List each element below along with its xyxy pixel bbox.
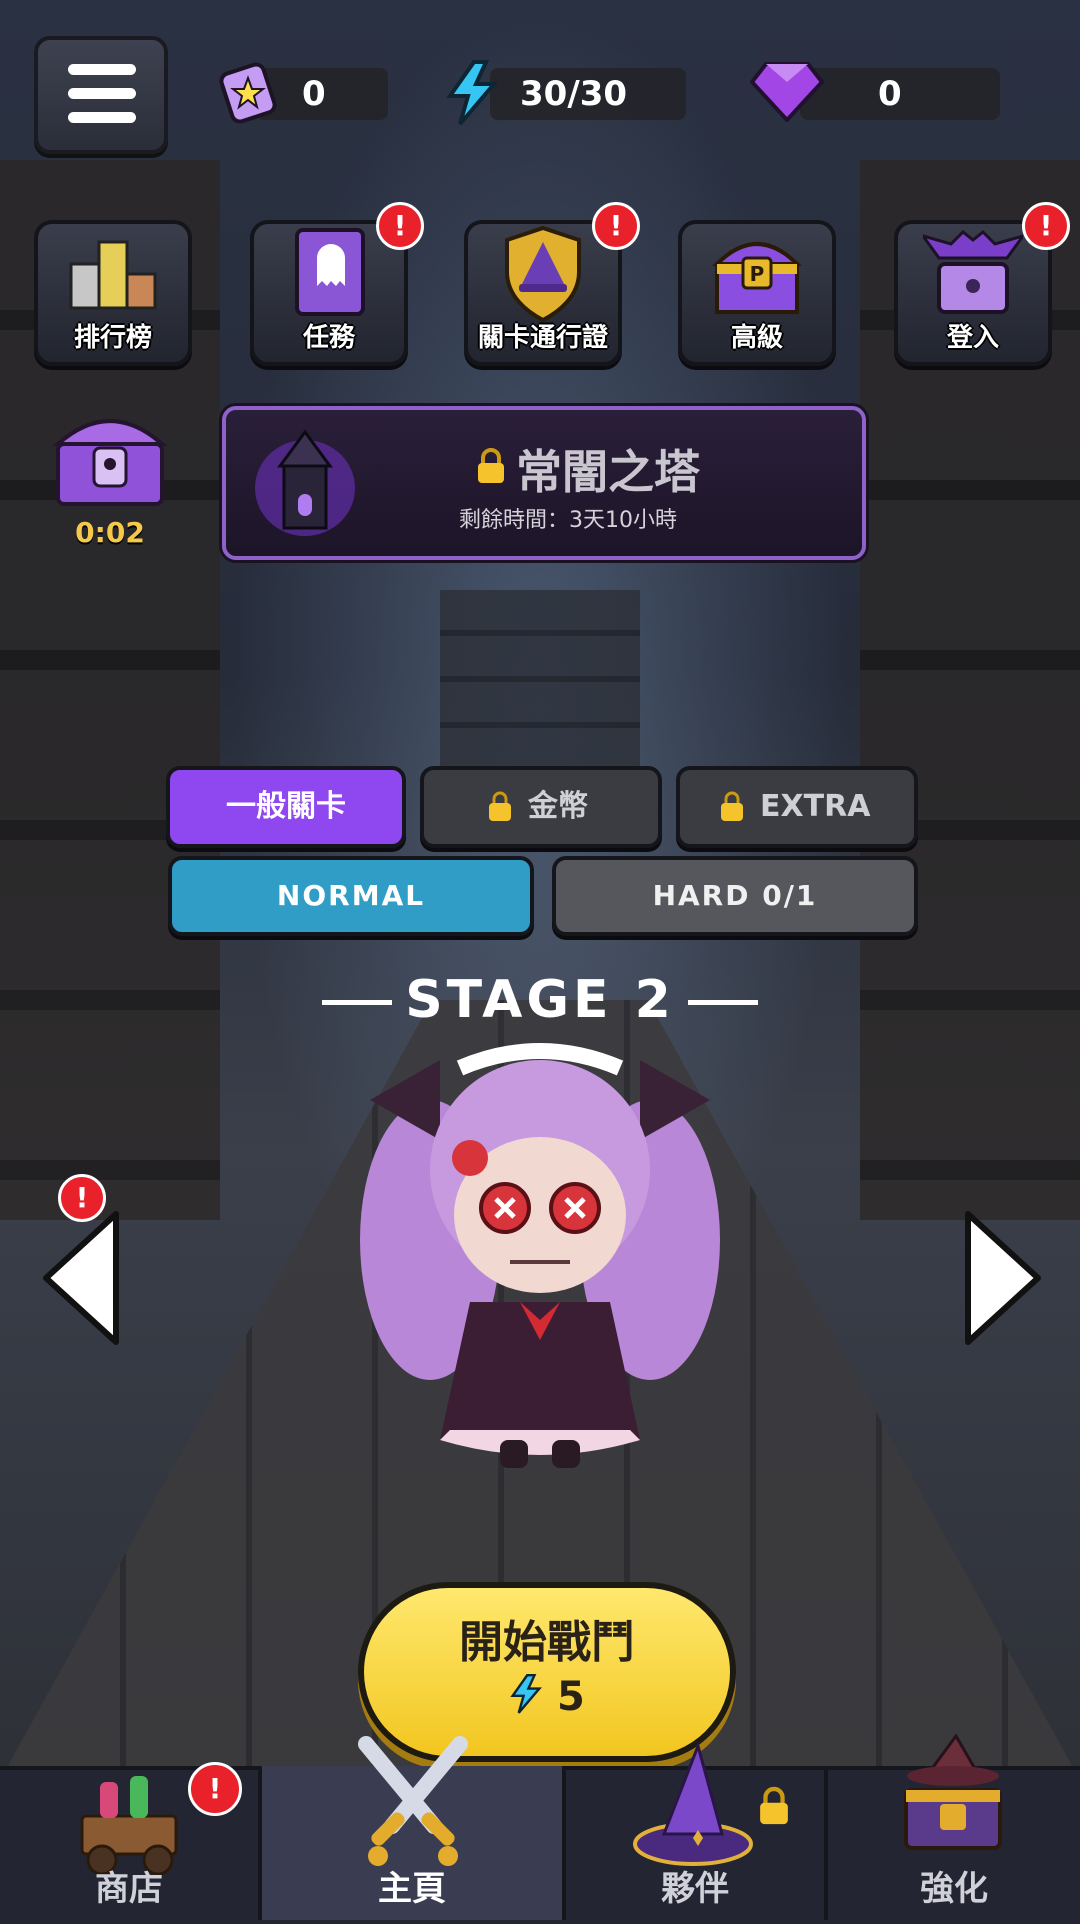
potion-cart-icon xyxy=(80,1776,178,1876)
shop-alert-icon: ! xyxy=(188,1762,242,1816)
stage-title: STAGE 2 xyxy=(405,970,675,1030)
gem-icon xyxy=(750,62,824,122)
menu-button[interactable] xyxy=(34,36,168,154)
tab-gold[interactable]: 金幣 xyxy=(420,766,662,848)
doll-boss-character xyxy=(360,1043,720,1468)
lock-icon xyxy=(760,1786,788,1825)
leaderboard-label: 排行榜 xyxy=(73,323,152,353)
shield-hat-icon xyxy=(505,225,581,323)
nav-shop-label: 商店 xyxy=(95,1869,163,1909)
hat-chest-icon xyxy=(904,1734,1002,1850)
tab-extra[interactable]: EXTRA xyxy=(676,766,918,848)
premium-label: 高級 xyxy=(730,323,783,353)
prev-stage-alert-icon: ! xyxy=(58,1174,106,1222)
witch-hat-icon xyxy=(633,1741,753,1866)
start-battle-cost-value: 5 xyxy=(557,1674,585,1720)
locked-chest-icon xyxy=(52,419,168,506)
lightning-icon xyxy=(446,60,499,126)
bat-chest-icon xyxy=(923,229,1023,314)
nav-item-home[interactable]: 主頁 xyxy=(262,1736,562,1920)
stage-divider-right xyxy=(688,1000,758,1005)
dark-tower-icon xyxy=(255,429,355,536)
chest-timer-text: 0:02 xyxy=(75,516,145,549)
star-ticket-icon xyxy=(219,62,277,124)
nav-item-upgrade[interactable]: 強化 xyxy=(828,1734,1080,1920)
lock-icon xyxy=(489,791,511,821)
login-alert-icon: ! xyxy=(1022,202,1070,250)
stage-pass-alert-icon: ! xyxy=(592,202,640,250)
event-banner[interactable]: 常闇之塔 剩餘時間：3天10小時 xyxy=(222,406,866,560)
lock-icon xyxy=(478,448,504,483)
lightning-icon xyxy=(510,1674,543,1714)
next-stage-arrow-icon[interactable] xyxy=(962,1208,1044,1348)
login-label: 登入 xyxy=(946,323,999,353)
leaderboard-button[interactable]: 排行榜 xyxy=(34,220,192,366)
quest-alert-icon: ! xyxy=(376,202,424,250)
tab-extra-label: EXTRA xyxy=(760,789,871,824)
start-battle-cost: 5 xyxy=(364,1674,730,1720)
quest-label: 任務 xyxy=(302,323,355,353)
difficulty-normal-button[interactable]: NORMAL xyxy=(168,856,534,936)
timed-chest-button[interactable]: 0:02 xyxy=(50,402,170,562)
lock-icon xyxy=(721,791,743,821)
event-remaining-time: 剩餘時間：3天10小時 xyxy=(459,508,677,533)
energy-value: 30/30 xyxy=(520,74,628,114)
difficulty-hard-button[interactable]: HARD 0/1 xyxy=(552,856,918,936)
energy-counter: 30/30 xyxy=(490,68,686,120)
nav-companions-label: 夥伴 xyxy=(661,1869,729,1909)
event-title: 常闇之塔 xyxy=(516,445,700,499)
podium-icon xyxy=(69,240,157,310)
ticket-count: 0 xyxy=(302,74,326,114)
start-battle-label: 開始戰鬥 xyxy=(459,1617,635,1668)
gem-counter: 0 xyxy=(800,68,1000,120)
menu-icon-bar xyxy=(68,112,136,123)
premium-button[interactable]: P 高級 xyxy=(678,220,836,366)
tab-gold-label: 金幣 xyxy=(528,789,588,824)
crossed-swords-icon xyxy=(358,1736,468,1866)
svg-text:P: P xyxy=(750,262,765,286)
stage-pass-label: 關卡通行證 xyxy=(477,323,608,353)
nav-upgrade-label: 強化 xyxy=(920,1869,988,1909)
prev-stage-arrow-icon[interactable] xyxy=(40,1208,122,1348)
gem-count: 0 xyxy=(878,74,902,114)
treasure-chest-icon: P xyxy=(712,242,802,314)
tab-normal-stage[interactable]: 一般關卡 xyxy=(166,766,406,848)
bookshelf-center xyxy=(440,590,640,770)
menu-icon-bar xyxy=(68,88,136,99)
menu-icon xyxy=(68,64,136,75)
ghost-book-icon xyxy=(295,228,365,316)
nav-item-companions[interactable]: 夥伴 xyxy=(566,1741,824,1920)
nav-home-label: 主頁 xyxy=(378,1869,446,1909)
